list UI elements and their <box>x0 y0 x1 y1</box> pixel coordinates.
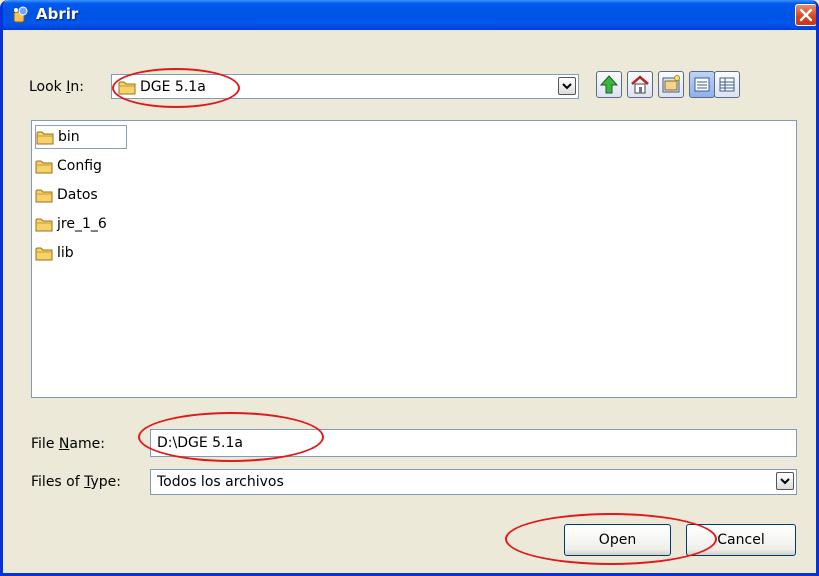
list-item[interactable]: bin <box>35 125 127 149</box>
file-name-value: D:\DGE 5.1a <box>157 435 243 451</box>
close-button[interactable] <box>795 4 816 26</box>
list-view-icon <box>694 77 710 92</box>
file-name-input[interactable]: D:\DGE 5.1a <box>150 429 797 457</box>
look-in-value: DGE 5.1a <box>140 79 206 95</box>
folder-icon <box>118 81 136 95</box>
up-one-level-button[interactable] <box>596 71 622 98</box>
window-title: Abrir <box>36 5 79 23</box>
list-item[interactable]: lib <box>35 242 155 266</box>
details-view-icon <box>719 77 735 92</box>
look-in-label: Look In: <box>29 79 84 95</box>
home-icon <box>631 75 649 94</box>
list-item[interactable]: Datos <box>35 184 155 208</box>
files-of-type-combo[interactable]: Todos los archivos <box>150 469 797 495</box>
new-folder-button[interactable] <box>658 71 684 98</box>
java-app-icon <box>13 6 28 23</box>
details-view-button[interactable] <box>714 71 740 98</box>
close-icon <box>799 8 813 22</box>
files-of-type-value: Todos los archivos <box>157 474 284 490</box>
folder-icon <box>35 218 53 232</box>
folder-icon <box>35 247 53 261</box>
file-name: lib <box>57 245 74 261</box>
list-item[interactable]: Config <box>35 155 155 179</box>
open-button[interactable]: Open <box>564 524 671 556</box>
files-of-type-dropdown-button[interactable] <box>776 472 794 490</box>
open-file-dialog: Abrir Look In: DGE 5.1a bin Config Datos… <box>0 0 819 576</box>
new-folder-icon <box>662 75 680 93</box>
folder-icon <box>35 160 53 174</box>
up-one-level-icon <box>599 75 619 94</box>
folder-icon <box>36 131 54 145</box>
title-bar[interactable]: Abrir <box>3 0 816 30</box>
look-in-dropdown-button[interactable] <box>558 77 576 95</box>
file-name: Config <box>57 158 102 174</box>
list-view-button[interactable] <box>689 71 715 98</box>
list-item[interactable]: jre_1_6 <box>35 213 155 237</box>
chevron-down-icon <box>780 478 790 485</box>
files-of-type-label: Files of Type: <box>31 474 122 490</box>
file-name: bin <box>58 129 80 145</box>
chevron-down-icon <box>562 83 572 90</box>
file-list[interactable]: bin Config Datos jre_1_6 lib <box>31 120 797 398</box>
file-name: jre_1_6 <box>57 216 107 232</box>
look-in-combo[interactable]: DGE 5.1a <box>111 74 579 99</box>
folder-icon <box>35 189 53 203</box>
home-button[interactable] <box>627 71 653 98</box>
cancel-button[interactable]: Cancel <box>686 524 796 556</box>
file-name: Datos <box>57 187 98 203</box>
file-name-label: File Name: <box>31 436 105 452</box>
